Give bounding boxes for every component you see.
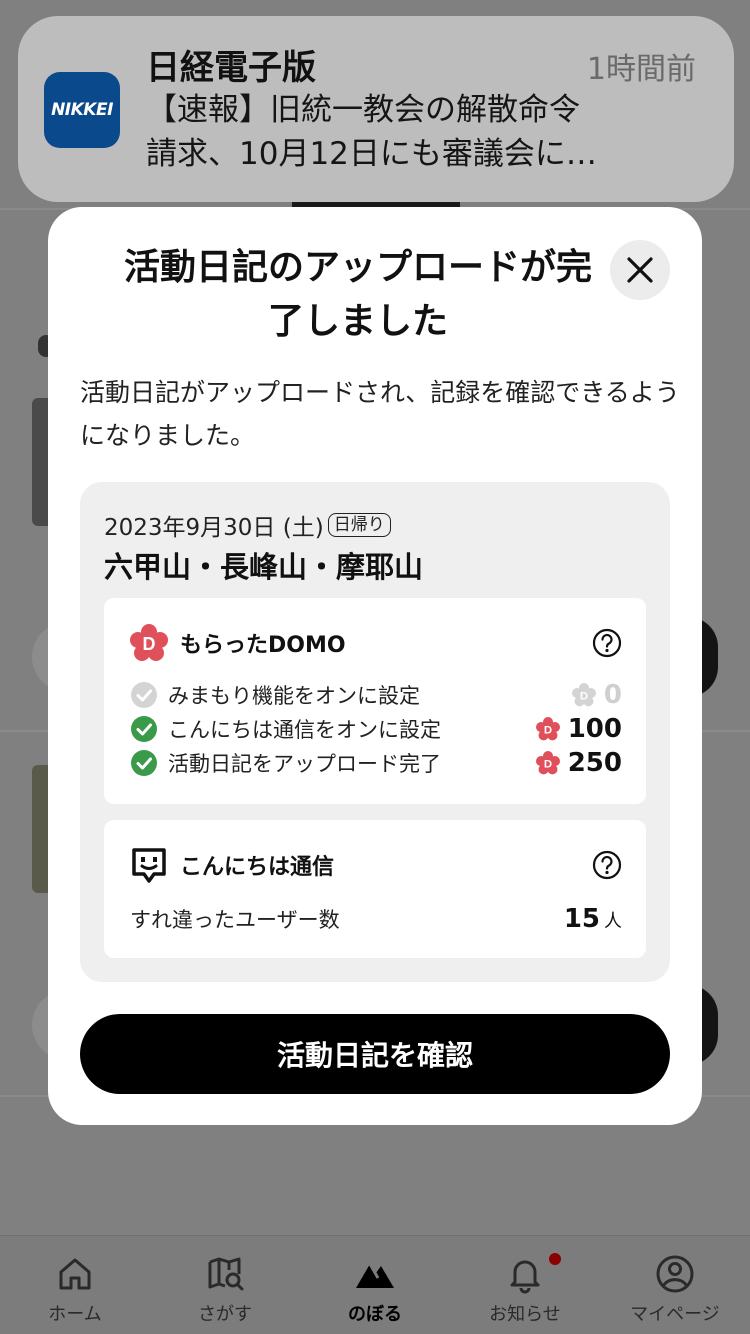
check-circle-icon (131, 716, 157, 742)
domo-item: みまもり機能をオンに設定 D 0 (130, 680, 622, 710)
svg-text:D: D (143, 634, 156, 654)
user-icon (656, 1255, 694, 1293)
domo-points-value: 0 (603, 680, 622, 710)
domo-card-header: D もらったDOMO (130, 624, 346, 662)
domo-item-label: こんにちは通信をオンに設定 (168, 718, 441, 742)
trip-type-badge: 日帰り (327, 513, 391, 537)
notification-line: 請求、10月12日にも審議会に… (146, 136, 597, 172)
check-circle-icon (131, 750, 157, 776)
tab-label: ホーム (48, 1304, 102, 1325)
tab-label: マイページ (630, 1304, 720, 1325)
help-icon[interactable] (592, 628, 622, 658)
nikkei-app-icon: NIKKEI (44, 72, 120, 148)
mountain-icon (356, 1263, 394, 1288)
bell-icon (510, 1260, 540, 1294)
tab-mypage[interactable]: マイページ (600, 1254, 750, 1326)
route-name: 六甲山・長峰山・摩耶山 (104, 550, 424, 584)
tab-label: さがす (198, 1304, 252, 1325)
tab-search[interactable]: さがす (150, 1254, 300, 1326)
domo-title: もらったDOMO (180, 633, 346, 658)
domo-points-value: 250 (567, 748, 622, 778)
dialog-description: 活動日記がアップロードされ、記録を確認できるようになりました。 (80, 378, 680, 450)
close-button[interactable] (610, 240, 670, 300)
notification-line: 【速報】旧統一教会の解散命令 (146, 92, 580, 128)
tab-label: のぼる (348, 1304, 402, 1325)
notification-time: 1時間前 (586, 52, 696, 87)
activity-date-line: 2023年9月30日 (土) 日帰り (104, 508, 391, 542)
activity-summary-card: 2023年9月30日 (土) 日帰り 六甲山・長峰山・摩耶山 D もらったDOM… (80, 482, 670, 982)
unread-dot (549, 1253, 561, 1265)
notification-app-name: 日経電子版 (146, 48, 316, 88)
home-icon (59, 1258, 91, 1290)
close-icon (627, 257, 653, 283)
domo-points-value: 100 (567, 714, 622, 744)
domo-item-label: みまもり機能をオンに設定 (168, 684, 420, 708)
help-icon[interactable] (592, 850, 622, 880)
domo-card: D もらったDOMO みまもり機能をオンに設定 D 0 こんにちは通信をオンに設… (104, 598, 646, 804)
domo-flower-icon: D (535, 717, 560, 741)
tab-home[interactable]: ホーム (0, 1254, 150, 1326)
passing-users-unit: 人 (604, 911, 622, 932)
domo-item: こんにちは通信をオンに設定 D 100 (130, 714, 622, 744)
konnichiwa-card: こんにちは通信 すれ違ったユーザー数 15 人 (104, 820, 646, 958)
upload-complete-dialog: 活動日記のアップロードが完了しました 活動日記がアップロードされ、記録を確認でき… (48, 207, 702, 1125)
domo-flower-icon: D (535, 751, 560, 775)
domo-item-label: 活動日記をアップロード完了 (168, 752, 441, 776)
konnichiwa-title: こんにちは通信 (180, 855, 335, 880)
view-activity-diary-button[interactable]: 活動日記を確認 (80, 1014, 670, 1094)
domo-flower-icon: D (571, 683, 596, 707)
konnichiwa-card-header: こんにちは通信 (130, 846, 334, 884)
check-circle-icon (131, 682, 157, 708)
activity-date: 2023年9月30日 (土) (104, 515, 324, 541)
tab-climb[interactable]: のぼる (300, 1254, 450, 1326)
passing-users-row: すれ違ったユーザー数 15 人 (130, 904, 622, 934)
notification-body: 【速報】旧統一教会の解散命令 請求、10月12日にも審議会に… (146, 88, 666, 176)
domo-item-points: D 250 (535, 748, 622, 778)
domo-item-points: D 0 (571, 680, 622, 710)
domo-item: 活動日記をアップロード完了 D 250 (130, 748, 622, 778)
tab-bar: ホーム さがす のぼる お知らせ マイページ (0, 1235, 750, 1334)
passing-users-count: 15 (563, 904, 600, 934)
svg-text:D: D (544, 758, 552, 770)
tab-notifications[interactable]: お知らせ (450, 1254, 600, 1326)
face-message-icon (132, 848, 166, 883)
tab-label: お知らせ (489, 1304, 561, 1325)
domo-item-points: D 100 (535, 714, 622, 744)
domo-flower-icon: D (130, 624, 168, 661)
passing-users-label: すれ違ったユーザー数 (130, 908, 340, 932)
svg-text:D: D (580, 690, 588, 702)
dialog-title: 活動日記のアップロードが完了しました (123, 247, 592, 342)
map-search-icon (208, 1257, 244, 1291)
svg-text:D: D (544, 724, 552, 736)
